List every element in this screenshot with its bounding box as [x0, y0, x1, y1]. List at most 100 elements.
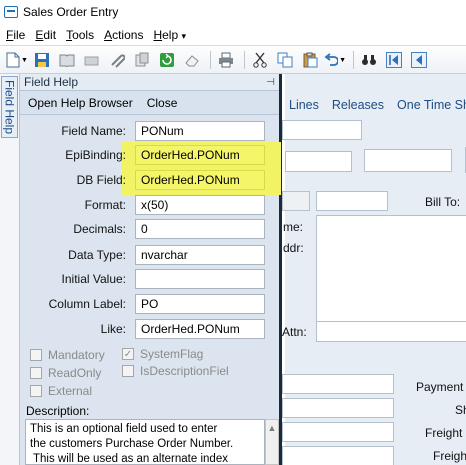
field-help-panel: Field Help ⊣ Open Help Browser Close Fie…	[20, 74, 282, 465]
checkbox-box[interactable]	[122, 365, 134, 377]
like-value[interactable]: OrderHed.PONum	[135, 319, 265, 339]
db-field-row: DB Field: OrderHed.PONum	[20, 170, 282, 190]
ship-label: Sh	[455, 403, 466, 417]
field-help-actions: Open Help Browser Close	[20, 91, 279, 115]
refresh-icon[interactable]	[156, 49, 178, 71]
open-help-browser-button[interactable]: Open Help Browser	[28, 96, 133, 110]
like-label: Like:	[100, 322, 126, 336]
prev-record-icon[interactable]	[408, 49, 430, 71]
find-icon[interactable]	[358, 49, 380, 71]
tab-releases[interactable]: Releases	[332, 98, 384, 112]
db-field-label: DB Field:	[76, 173, 126, 187]
description-label: Description:	[26, 404, 90, 418]
menu-actions[interactable]: Actions	[104, 28, 143, 42]
system-flag-checkbox[interactable]: ✓ SystemFlag	[122, 347, 203, 361]
tab-one-time-ship[interactable]: One Time Sh	[397, 98, 466, 112]
menu-tools[interactable]: Tools	[66, 28, 94, 42]
tab-lines[interactable]: Lines	[289, 98, 319, 112]
format-value[interactable]: x(50)	[135, 195, 265, 215]
form-input[interactable]	[282, 422, 394, 442]
checkbox-box[interactable]: ✓	[122, 348, 134, 360]
ship-to-input[interactable]	[316, 191, 388, 211]
checkbox-box[interactable]	[30, 367, 42, 379]
form-input[interactable]	[282, 446, 394, 465]
is-description-label: IsDescriptionFiel	[140, 364, 229, 378]
window-title: Sales Order Entry	[23, 5, 119, 19]
menu-help[interactable]: Help ▾	[153, 28, 186, 42]
menu-file[interactable]: File	[6, 28, 25, 42]
like-row: Like: OrderHed.PONum	[20, 319, 282, 339]
description-line: This is an optional field used to enter	[30, 423, 218, 435]
name-label: me:	[283, 220, 304, 234]
form-input[interactable]	[282, 398, 394, 418]
read-only-label: ReadOnly	[48, 366, 102, 380]
field-help-header: Field Help ⊣	[20, 74, 279, 91]
copy-doc-icon[interactable]	[131, 49, 153, 71]
pin-icon[interactable]: ⊣	[266, 77, 275, 88]
toolbar-separator	[244, 51, 245, 69]
checkbox-box[interactable]	[30, 385, 42, 397]
attach-icon[interactable]	[106, 49, 128, 71]
eraser-icon[interactable]	[181, 49, 203, 71]
column-label-value[interactable]: PO	[135, 294, 265, 314]
title-bar: Sales Order Entry	[0, 0, 466, 24]
menu-overflow-icon[interactable]: ▾	[181, 31, 186, 41]
field-help-side-tab[interactable]: Field Help	[1, 76, 18, 138]
attn-input[interactable]	[316, 321, 466, 342]
epibinding-row: EpiBinding: OrderHed.PONum	[20, 145, 282, 165]
partial-button[interactable]	[282, 191, 310, 211]
cut-icon[interactable]	[249, 49, 271, 71]
is-description-checkbox[interactable]: IsDescriptionFiel	[122, 364, 229, 378]
decimals-label: Decimals:	[73, 222, 126, 236]
external-label: External	[48, 384, 93, 398]
close-button[interactable]: Close	[147, 96, 178, 110]
column-label-row: Column Label: PO	[20, 294, 282, 314]
field-help-title: Field Help	[24, 75, 79, 89]
mandatory-checkbox[interactable]: Mandatory	[30, 348, 105, 362]
customer-name-input[interactable]	[364, 149, 452, 172]
description-scrollbar[interactable]: ▲	[265, 419, 279, 465]
data-type-value[interactable]: nvarchar	[135, 245, 265, 265]
paste-icon[interactable]	[299, 49, 321, 71]
read-only-checkbox[interactable]: ReadOnly	[30, 366, 101, 380]
decimals-value[interactable]: 0	[135, 219, 265, 239]
freight-label: Freight	[425, 426, 463, 440]
db-field-value[interactable]: OrderHed.PONum	[135, 170, 265, 190]
undo-icon[interactable]: ▼	[324, 49, 346, 71]
field-name-label: Field Name:	[61, 124, 126, 138]
mandatory-label: Mandatory	[48, 348, 105, 362]
menu-bar: File Edit Tools Actions Help ▾	[0, 24, 466, 46]
initial-value-value[interactable]	[135, 269, 265, 289]
sales-order-form: Lines Releases One Time Sh Bill To: me: …	[282, 74, 466, 465]
epibinding-value[interactable]: OrderHed.PONum	[135, 145, 265, 165]
save-icon[interactable]	[31, 49, 53, 71]
book-icon[interactable]	[56, 49, 78, 71]
print-icon[interactable]	[215, 49, 237, 71]
first-record-icon[interactable]	[383, 49, 405, 71]
field-name-value[interactable]: PONum	[135, 121, 265, 141]
new-icon[interactable]: ▼	[6, 49, 28, 71]
form-tab-strip: Lines Releases One Time Sh	[285, 96, 466, 114]
customer-input[interactable]	[285, 151, 352, 172]
external-checkbox[interactable]: External	[30, 384, 92, 398]
copy-icon[interactable]	[274, 49, 296, 71]
menu-edit[interactable]: Edit	[35, 28, 56, 42]
checkbox-box[interactable]	[30, 349, 42, 361]
bill-to-label: Bill To:	[425, 195, 461, 209]
order-input[interactable]	[282, 120, 362, 140]
data-type-label: Data Type:	[68, 248, 126, 262]
format-row: Format: x(50)	[20, 195, 282, 215]
system-flag-label: SystemFlag	[140, 347, 204, 361]
payment-label: Payment	[416, 380, 464, 394]
data-type-row: Data Type: nvarchar	[20, 245, 282, 265]
scroll-up-icon[interactable]: ▲	[268, 423, 277, 464]
erase-icon[interactable]	[81, 49, 103, 71]
app-icon	[4, 6, 18, 18]
toolbar: ▼ ▼	[0, 47, 466, 74]
attn-label: Attn:	[282, 325, 307, 339]
description-textarea[interactable]: This is an optional field used to enter …	[25, 419, 265, 465]
toolbar-separator	[353, 51, 354, 69]
freight-label-2: Freigh	[433, 449, 466, 463]
form-input[interactable]	[282, 374, 394, 394]
column-label-label: Column Label:	[48, 297, 126, 311]
